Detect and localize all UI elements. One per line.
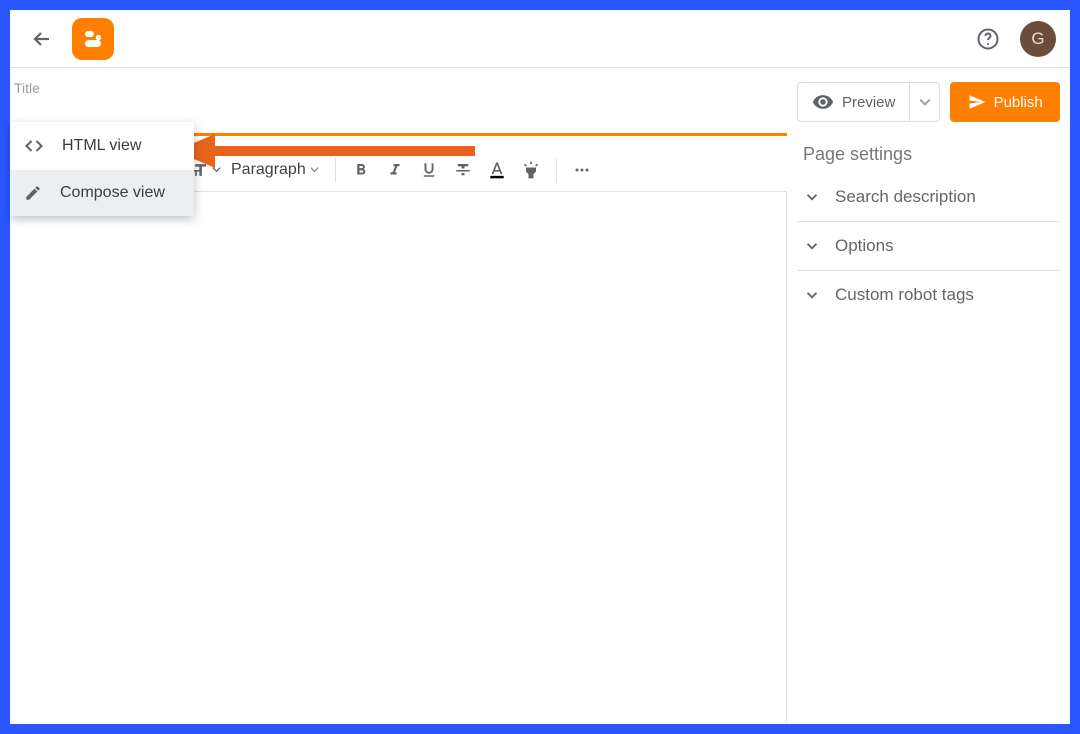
text-color-icon — [487, 160, 507, 180]
app-header: G — [10, 10, 1070, 68]
more-icon — [572, 160, 592, 180]
preview-label: Preview — [842, 94, 895, 111]
font-size-button[interactable] — [190, 154, 221, 186]
send-icon — [968, 93, 986, 111]
preview-dropdown-button[interactable] — [909, 83, 939, 121]
blogger-logo-icon — [81, 27, 105, 51]
setting-label: Options — [835, 236, 894, 256]
more-tools-button[interactable] — [567, 154, 597, 186]
page-settings-title: Page settings — [803, 144, 1060, 165]
text-color-button[interactable] — [482, 154, 512, 186]
highlight-button[interactable] — [516, 154, 546, 186]
paragraph-label: Paragraph — [231, 161, 306, 179]
italic-icon — [386, 161, 404, 179]
underline-icon — [420, 161, 438, 179]
paragraph-style-button[interactable]: Paragraph — [225, 161, 325, 179]
code-icon — [24, 136, 44, 156]
chevron-down-icon — [803, 237, 821, 255]
highlight-icon — [521, 160, 541, 180]
italic-button[interactable] — [380, 154, 410, 186]
pencil-icon — [24, 184, 42, 202]
toolbar-separator — [335, 158, 336, 182]
setting-custom-robot-tags[interactable]: Custom robot tags — [797, 271, 1060, 319]
publish-label: Publish — [994, 94, 1043, 111]
header-right: G — [970, 21, 1056, 57]
strikethrough-button[interactable] — [448, 154, 478, 186]
view-mode-menu: HTML view Compose view — [10, 122, 194, 216]
chevron-down-icon — [803, 286, 821, 304]
setting-search-description[interactable]: Search description — [797, 173, 1060, 222]
setting-options[interactable]: Options — [797, 222, 1060, 271]
help-icon — [976, 27, 1000, 51]
menu-item-label: Compose view — [60, 184, 165, 202]
back-arrow-icon — [30, 27, 54, 51]
caret-down-icon — [310, 165, 319, 174]
action-row: Preview Publish — [797, 82, 1060, 122]
caret-down-icon — [919, 96, 931, 108]
editor-canvas[interactable] — [10, 192, 787, 724]
eye-icon — [812, 91, 834, 113]
side-panel: Preview Publish Page settings Search des… — [787, 68, 1070, 724]
setting-label: Custom robot tags — [835, 285, 974, 305]
menu-item-html-view[interactable]: HTML view — [10, 122, 194, 170]
preview-button-group: Preview — [797, 82, 940, 122]
header-left — [24, 18, 114, 60]
caret-down-icon — [212, 165, 221, 174]
avatar-letter: G — [1031, 29, 1044, 49]
menu-item-compose-view[interactable]: Compose view — [10, 170, 194, 216]
toolbar-separator — [556, 158, 557, 182]
strikethrough-icon — [454, 161, 472, 179]
underline-button[interactable] — [414, 154, 444, 186]
preview-button[interactable]: Preview — [798, 83, 909, 121]
bold-button[interactable] — [346, 154, 376, 186]
setting-label: Search description — [835, 187, 976, 207]
blogger-logo[interactable] — [72, 18, 114, 60]
help-button[interactable] — [970, 21, 1006, 57]
publish-button[interactable]: Publish — [950, 82, 1060, 122]
title-label: Title — [14, 80, 40, 96]
menu-item-label: HTML view — [62, 137, 141, 155]
back-button[interactable] — [24, 21, 60, 57]
bold-icon — [352, 161, 370, 179]
chevron-down-icon — [803, 188, 821, 206]
profile-avatar[interactable]: G — [1020, 21, 1056, 57]
